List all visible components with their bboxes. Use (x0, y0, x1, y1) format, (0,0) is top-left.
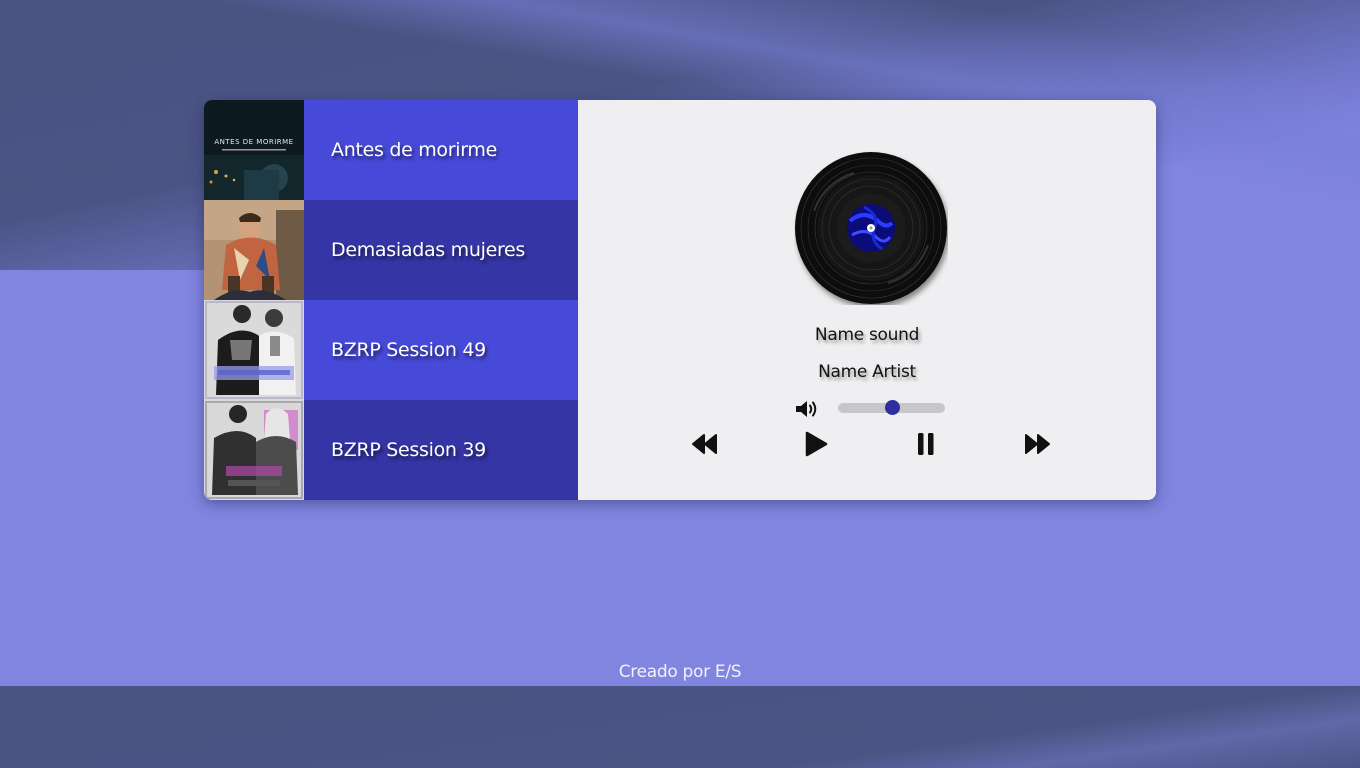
track-title: BZRP Session 49 (331, 339, 486, 361)
rewind-icon[interactable] (691, 430, 719, 458)
track-title: BZRP Session 39 (331, 439, 486, 461)
vinyl-record-icon (794, 151, 948, 305)
music-player: ANTES DE MORIRME Antes de morirme Demasi… (204, 100, 1156, 500)
cover-title: ANTES DE MORIRME (214, 138, 293, 146)
volume-control (794, 399, 954, 419)
pause-icon[interactable] (912, 430, 940, 458)
playlist-item[interactable]: ANTES DE MORIRME Antes de morirme (204, 100, 578, 200)
album-cover (204, 300, 304, 400)
fast-forward-icon[interactable] (1023, 430, 1051, 458)
track-name: Name sound (814, 325, 920, 345)
playlist-item[interactable]: BZRP Session 39 (204, 400, 578, 500)
background-bottom (0, 686, 1360, 768)
playlist-item[interactable]: BZRP Session 49 (204, 300, 578, 400)
play-icon[interactable] (802, 430, 830, 458)
footer-credit: Creado por E/S (618, 662, 742, 682)
album-cover: ANTES DE MORIRME (204, 100, 304, 200)
track-title: Demasiadas mujeres (331, 239, 526, 261)
volume-slider-handle[interactable] (884, 400, 900, 415)
volume-up-icon[interactable] (794, 399, 820, 419)
playlist-item[interactable]: Demasiadas mujeres (204, 200, 578, 300)
now-playing-panel: Name sound Name Artist (578, 100, 1156, 500)
playlist: ANTES DE MORIRME Antes de morirme Demasi… (204, 100, 578, 500)
artist-name: Name Artist (818, 362, 916, 382)
track-title: Antes de morirme (331, 139, 498, 161)
album-cover (204, 400, 304, 500)
volume-slider[interactable] (838, 400, 945, 415)
album-cover (204, 200, 304, 300)
